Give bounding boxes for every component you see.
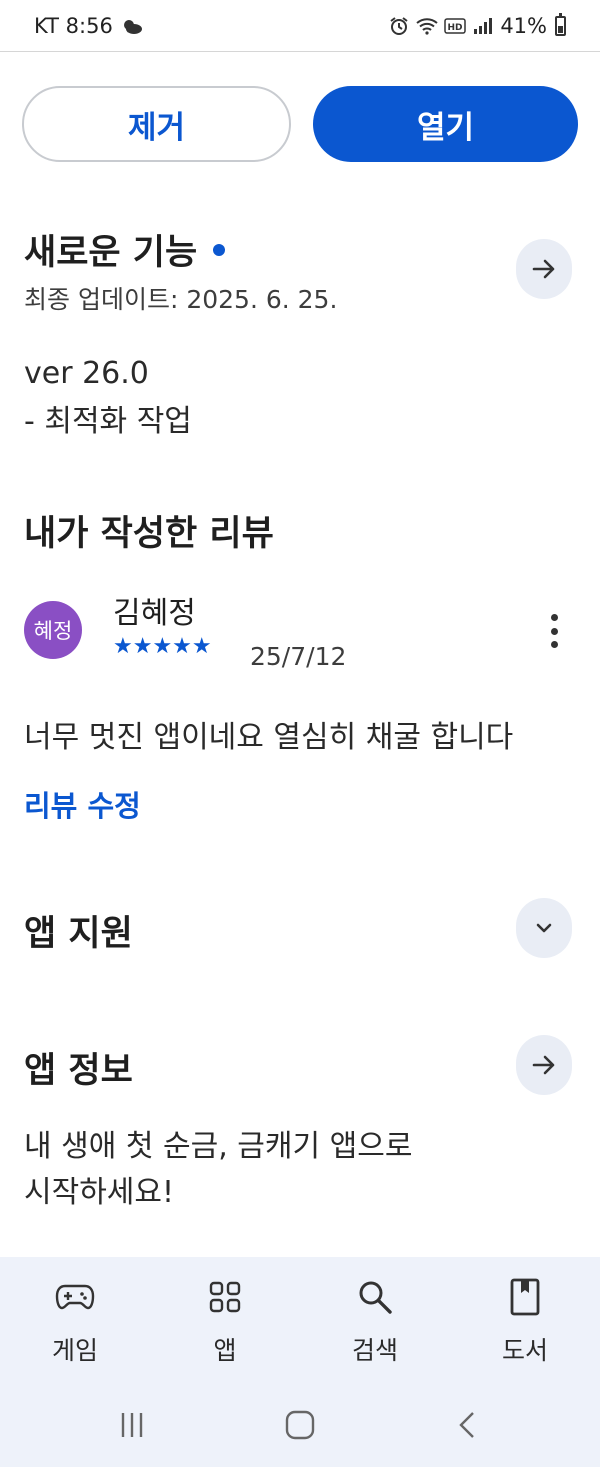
app-support-title[interactable]: 앱 지원 — [24, 905, 133, 956]
nav-label-books: 도서 — [501, 1336, 548, 1365]
nav-item-apps[interactable]: 앱 — [150, 1257, 300, 1385]
app-support-expand-button[interactable] — [516, 898, 572, 958]
nav-item-search[interactable]: 검색 — [300, 1257, 450, 1385]
app-info-line-2: 시작하세요! — [24, 1175, 175, 1210]
nav-item-games[interactable]: 게임 — [0, 1257, 150, 1385]
last-updated: 최종 업데이트: 2025. 6. 25. — [24, 285, 338, 314]
app-info-description: 내 생애 첫 순금, 금캐기 앱으로 시작하세요! — [24, 1124, 564, 1216]
nav-item-books[interactable]: 도서 — [450, 1257, 600, 1385]
stars-text: ★★★★★ — [113, 634, 212, 659]
battery-percent: 41% — [500, 13, 547, 38]
app-info-arrow-button[interactable] — [516, 1035, 572, 1095]
my-review-title: 내가 작성한 리뷰 — [24, 514, 274, 554]
chevron-down-icon — [536, 923, 552, 933]
whats-new-title: 새로운 기능 — [24, 233, 198, 273]
gamepad-icon — [53, 1275, 97, 1319]
review-date: 25/7/12 — [250, 642, 347, 671]
reviewer-name: 김혜정 — [113, 596, 196, 631]
recent-apps-icon[interactable] — [112, 1405, 152, 1445]
whats-new-arrow-button[interactable] — [516, 239, 572, 299]
wifi-icon — [416, 15, 438, 37]
home-icon[interactable] — [280, 1405, 320, 1445]
release-notes: ver 26.0 - 최적화 작업 — [24, 350, 192, 446]
bottom-navigation: 게임 앱 검색 도서 — [0, 1257, 600, 1385]
nav-label-apps: 앱 — [213, 1336, 237, 1365]
nav-label-games: 게임 — [51, 1336, 98, 1365]
arrow-right-icon — [532, 259, 555, 279]
alarm-icon — [388, 15, 410, 37]
svg-text:HD: HD — [448, 23, 463, 33]
remove-button[interactable]: 제거 — [22, 86, 291, 162]
arrow-right-icon — [532, 1055, 555, 1075]
nav-label-search: 검색 — [351, 1336, 398, 1365]
star-rating: ★★★★★ — [113, 634, 212, 660]
avatar: 혜정 — [24, 601, 82, 659]
apps-grid-icon — [203, 1275, 247, 1319]
edit-review-link[interactable]: 리뷰 수정 — [24, 783, 141, 825]
more-options-icon[interactable] — [542, 614, 566, 648]
status-bar: KT 8:56 HD 41% — [0, 0, 600, 52]
book-icon — [503, 1275, 547, 1319]
signal-icon — [472, 15, 494, 37]
version-text: ver 26.0 — [24, 356, 149, 391]
search-icon — [353, 1275, 397, 1319]
new-indicator-dot — [213, 243, 226, 256]
app-info-title[interactable]: 앱 정보 — [24, 1042, 133, 1093]
weather-icon — [121, 15, 143, 37]
note-text: - 최적화 작업 — [24, 404, 192, 439]
hd-icon: HD — [444, 15, 467, 37]
app-actions: 제거 열기 — [22, 86, 578, 162]
open-button[interactable]: 열기 — [313, 86, 578, 162]
app-info-line-1: 내 생애 첫 순금, 금캐기 앱으로 — [24, 1129, 413, 1164]
review-text: 너무 멋진 앱이네요 열심히 채굴 합니다 — [24, 720, 514, 755]
system-navigation-bar — [0, 1385, 600, 1467]
whats-new-header[interactable]: 새로운 기능 — [24, 224, 226, 275]
back-icon[interactable] — [448, 1405, 488, 1445]
carrier-time: KT 8:56 — [34, 13, 113, 38]
battery-icon — [555, 12, 566, 36]
